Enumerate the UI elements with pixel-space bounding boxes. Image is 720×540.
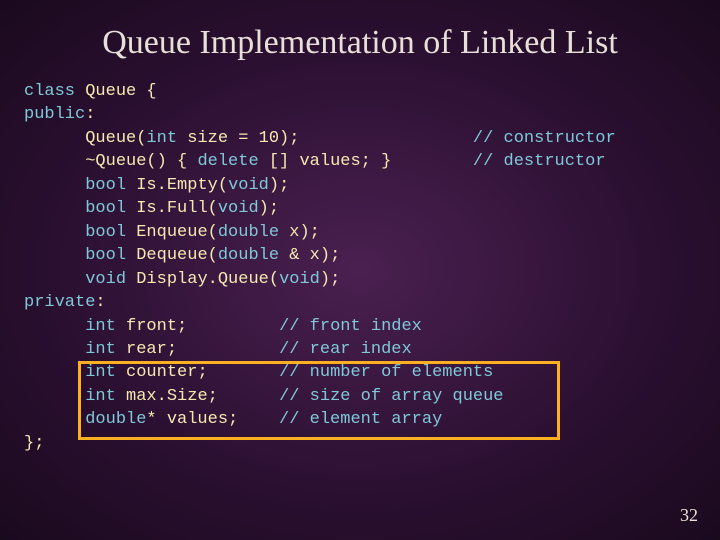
kw-int: int [24, 317, 116, 336]
t: : [85, 105, 95, 124]
kw-void: void [279, 270, 320, 289]
kw-bool: bool [24, 246, 126, 265]
kw-double: double [218, 246, 279, 265]
code-block: class Queue { public: Queue(int size = 1… [0, 80, 720, 455]
comment: // number of elements [279, 363, 493, 382]
comment: // front index [279, 317, 422, 336]
t: ~Queue() { [24, 152, 197, 171]
kw-int: int [24, 340, 116, 359]
comment: // constructor [473, 129, 616, 148]
kw-int: int [24, 363, 116, 382]
page-number: 32 [680, 505, 698, 526]
comment: // destructor [473, 152, 606, 171]
t: ); [320, 270, 340, 289]
t: Is.Full( [126, 199, 218, 218]
slide-title: Queue Implementation of Linked List [0, 0, 720, 80]
comment: // rear index [279, 340, 412, 359]
t: Queue( [24, 129, 146, 148]
comment: // element array [279, 410, 442, 429]
t: : [95, 293, 105, 312]
t: size = 10); [177, 129, 473, 148]
t: Enqueue( [126, 223, 218, 242]
t: ); [269, 176, 289, 195]
t: & x); [279, 246, 340, 265]
t: ); [259, 199, 279, 218]
kw-void: void [228, 176, 269, 195]
t: Is.Empty( [126, 176, 228, 195]
t: Dequeue( [126, 246, 218, 265]
t: rear; [116, 340, 279, 359]
t: counter; [116, 363, 279, 382]
kw-void: void [24, 270, 126, 289]
t: front; [116, 317, 279, 336]
t: Display.Queue( [126, 270, 279, 289]
t: Queue { [75, 82, 157, 101]
kw-bool: bool [24, 176, 126, 195]
t: * values; [146, 410, 279, 429]
kw-void: void [218, 199, 259, 218]
kw-public: public [24, 105, 85, 124]
kw-class: class [24, 82, 75, 101]
kw-double: double [218, 223, 279, 242]
kw-int: int [24, 387, 116, 406]
t: max.Size; [116, 387, 279, 406]
kw-bool: bool [24, 199, 126, 218]
t: [] values; } [259, 152, 473, 171]
kw-delete: delete [197, 152, 258, 171]
t: x); [279, 223, 320, 242]
kw-int: int [146, 129, 177, 148]
kw-bool: bool [24, 223, 126, 242]
kw-private: private [24, 293, 95, 312]
kw-double: double [24, 410, 146, 429]
t: }; [24, 434, 44, 453]
comment: // size of array queue [279, 387, 503, 406]
